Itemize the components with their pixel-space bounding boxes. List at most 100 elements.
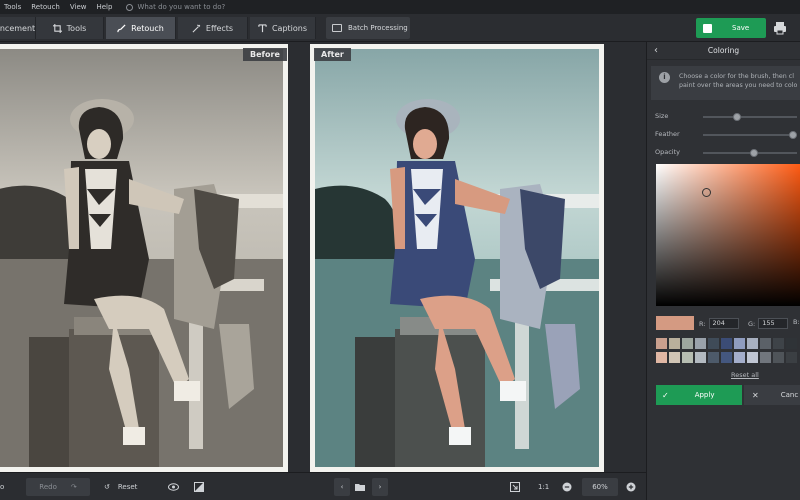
folder-icon[interactable] xyxy=(352,478,368,496)
palette-swatch[interactable] xyxy=(747,338,758,349)
back-arrow-icon[interactable]: ‹ xyxy=(654,45,658,56)
tab-enhancement[interactable]: ncement xyxy=(0,17,36,39)
reset-all-link[interactable]: Reset all xyxy=(731,371,759,379)
g-field-group: G: 155 xyxy=(748,318,789,329)
zoom-value: 60% xyxy=(592,483,608,491)
menu-item-tools[interactable]: Tools xyxy=(4,3,21,11)
after-photo[interactable]: After xyxy=(310,44,604,472)
next-button[interactable]: › xyxy=(372,478,388,496)
palette-swatch[interactable] xyxy=(708,338,719,349)
after-scene xyxy=(315,49,599,467)
picker-cursor[interactable] xyxy=(702,188,711,197)
info-text-line2: paint over the areas you need to colo xyxy=(679,82,798,89)
save-label: Save xyxy=(732,24,750,32)
menu-search[interactable]: What do you want to do? xyxy=(126,3,225,11)
prev-button[interactable]: ‹ xyxy=(334,478,350,496)
palette-swatch[interactable] xyxy=(786,352,797,363)
palette-swatch[interactable] xyxy=(773,338,784,349)
before-photo[interactable]: Before xyxy=(0,44,288,472)
size-track xyxy=(703,116,797,118)
size-knob[interactable] xyxy=(733,113,742,121)
after-image xyxy=(315,49,599,467)
redo-button[interactable]: Redo ↷ xyxy=(26,478,90,496)
redo-label: Redo xyxy=(39,483,57,491)
info-text-line1: Choose a color for the brush, then cl xyxy=(679,73,795,80)
reset-icon: ↺ xyxy=(104,483,110,491)
palette-swatch[interactable] xyxy=(682,352,693,363)
tab-label: Captions xyxy=(271,23,308,33)
zoom-out-icon[interactable] xyxy=(562,478,576,496)
feather-slider[interactable]: Feather xyxy=(655,130,800,140)
palette-swatch[interactable] xyxy=(656,338,667,349)
palette-swatch[interactable] xyxy=(773,352,784,363)
chevron-right-icon: › xyxy=(378,483,382,491)
ratio-label: 1:1 xyxy=(538,483,550,491)
before-scene xyxy=(0,49,283,467)
cancel-label: Canc xyxy=(780,391,799,399)
compare-icon[interactable] xyxy=(194,478,208,496)
photo-canvas: Before After xyxy=(0,42,646,472)
undo-button[interactable]: o xyxy=(0,478,20,496)
tab-label: Tools xyxy=(66,23,87,33)
palette-swatch[interactable] xyxy=(721,338,732,349)
opacity-label: Opacity xyxy=(655,148,681,156)
b-field-group: B: xyxy=(793,318,800,326)
after-label: After xyxy=(314,48,351,61)
actual-size-button[interactable]: 1:1 xyxy=(538,478,554,496)
tab-retouch[interactable]: Retouch xyxy=(106,17,176,39)
eye-icon[interactable] xyxy=(168,478,182,496)
batch-processing-button[interactable]: Batch Processing xyxy=(326,17,410,39)
cancel-button[interactable]: ✕ Canc xyxy=(744,385,800,405)
tab-captions[interactable]: Captions xyxy=(250,17,316,39)
feather-track xyxy=(703,134,797,136)
reset-button[interactable]: ↺ Reset xyxy=(104,478,154,496)
feather-knob[interactable] xyxy=(789,131,797,139)
panel-header: ‹ Coloring xyxy=(647,42,800,60)
palette-swatch[interactable] xyxy=(669,338,680,349)
palette-swatch[interactable] xyxy=(708,352,719,363)
palette-swatch[interactable] xyxy=(734,352,745,363)
crop-icon xyxy=(52,23,62,33)
palette-swatch[interactable] xyxy=(786,338,797,349)
save-icon xyxy=(703,23,712,33)
tab-tools[interactable]: Tools xyxy=(36,17,104,39)
palette-swatch[interactable] xyxy=(695,352,706,363)
tab-label: ncement xyxy=(0,23,36,33)
apply-button[interactable]: ✓ Apply xyxy=(656,385,742,405)
check-icon: ✓ xyxy=(662,390,669,400)
zoom-value-field[interactable]: 60% xyxy=(582,478,618,496)
size-label: Size xyxy=(655,112,669,120)
zoom-in-icon[interactable] xyxy=(626,478,640,496)
feather-label: Feather xyxy=(655,130,680,138)
coloring-panel: ‹ Coloring i Choose a color for the brus… xyxy=(646,42,800,500)
magic-wand-icon xyxy=(192,24,200,32)
main-toolbar: ncement Tools Retouch Effects Captions B… xyxy=(0,14,800,42)
menu-item-retouch[interactable]: Retouch xyxy=(31,3,60,11)
size-slider[interactable]: Size xyxy=(655,112,800,122)
palette-swatch[interactable] xyxy=(734,338,745,349)
g-input[interactable]: 155 xyxy=(758,318,789,329)
color-picker[interactable] xyxy=(656,164,800,306)
menu-bar: Tools Retouch View Help What do you want… xyxy=(0,0,800,14)
palette-swatch[interactable] xyxy=(682,338,693,349)
opacity-knob[interactable] xyxy=(750,149,759,157)
fit-screen-icon[interactable] xyxy=(510,478,524,496)
tab-effects[interactable]: Effects xyxy=(178,17,248,39)
menu-item-help[interactable]: Help xyxy=(96,3,112,11)
save-button[interactable]: Save xyxy=(696,18,766,38)
menu-item-view[interactable]: View xyxy=(70,3,87,11)
opacity-slider[interactable]: Opacity xyxy=(655,148,800,158)
g-label: G: xyxy=(748,319,756,328)
palette-swatch[interactable] xyxy=(760,352,771,363)
palette-swatch[interactable] xyxy=(695,338,706,349)
chevron-left-icon: ‹ xyxy=(340,483,344,491)
batch-label: Batch Processing xyxy=(348,24,408,32)
palette-swatch[interactable] xyxy=(656,352,667,363)
palette-swatch[interactable] xyxy=(760,338,771,349)
reset-label: Reset xyxy=(117,483,138,491)
palette-swatch[interactable] xyxy=(721,352,732,363)
r-input[interactable]: 204 xyxy=(708,318,739,329)
palette-swatch[interactable] xyxy=(669,352,680,363)
print-icon[interactable] xyxy=(772,20,788,36)
palette-swatch[interactable] xyxy=(747,352,758,363)
